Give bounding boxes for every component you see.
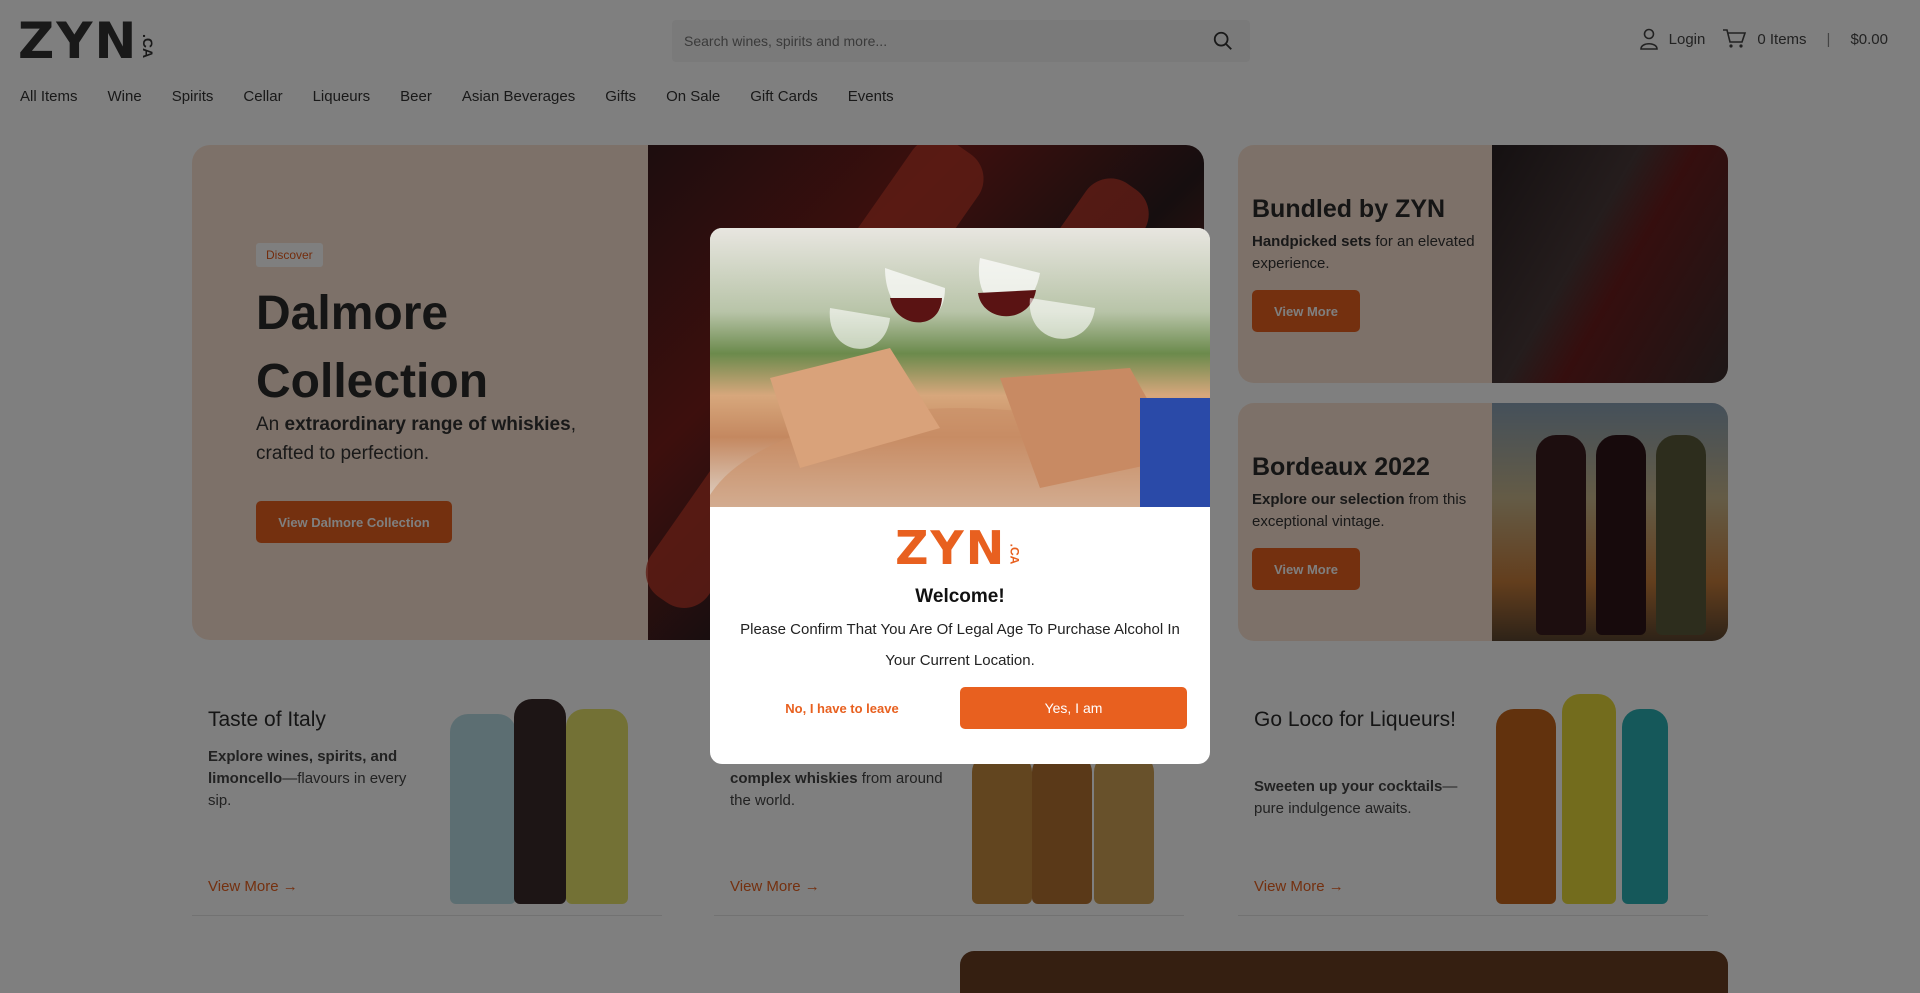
modal-title: Welcome! <box>915 586 1005 607</box>
modal-logo-suffix: .CA <box>1007 543 1022 565</box>
modal-logo: ZYN .CA <box>710 525 1210 571</box>
modal-photo <box>710 228 1210 648</box>
age-verification-modal: ZYN .CA Welcome! Please Confirm That You… <box>710 228 1210 764</box>
modal-logo-wordmark: ZYN <box>895 521 1007 575</box>
modal-message: Please Confirm That You Are Of Legal Age… <box>740 621 1180 669</box>
wine-glasses-illustration <box>710 258 1210 648</box>
leave-button[interactable]: No, I have to leave <box>732 687 952 729</box>
confirm-age-button[interactable]: Yes, I am <box>960 687 1187 729</box>
